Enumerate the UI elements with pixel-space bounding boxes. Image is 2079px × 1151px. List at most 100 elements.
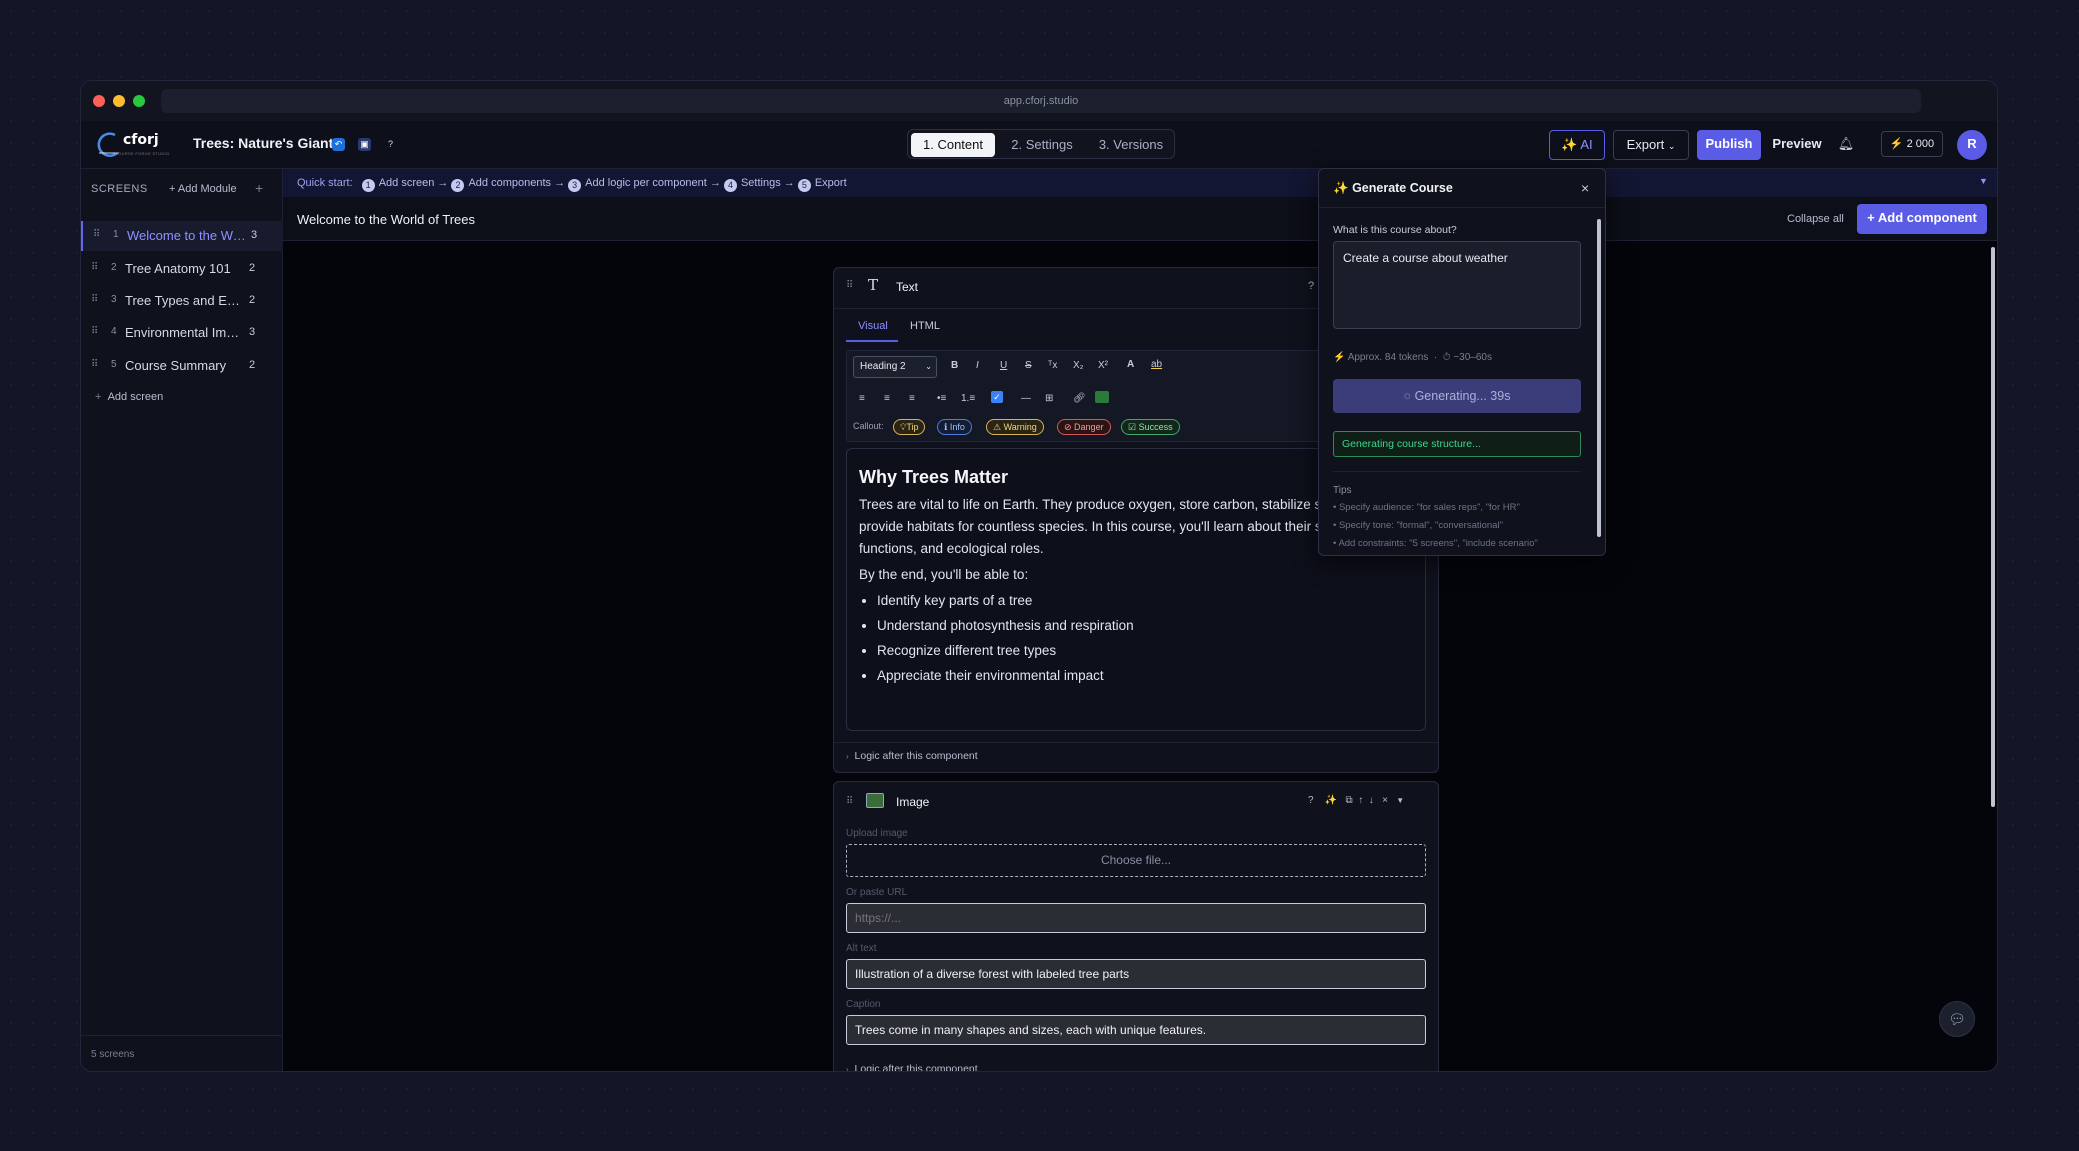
delete-icon[interactable]: × (1382, 795, 1388, 806)
duplicate-icon[interactable]: ⧉ (1345, 795, 1352, 806)
quick-step-2[interactable]: 2 Add components (451, 177, 551, 192)
preview-button[interactable]: Preview (1769, 130, 1825, 160)
sidebar-item-screen-5[interactable]: ⠿ 5 Course Summary 2 (81, 351, 283, 381)
callout-tip-button[interactable]: 💡︎Tip (893, 419, 926, 435)
callout-success-label: Success (1138, 422, 1173, 432)
text-color-icon[interactable]: A (1127, 359, 1134, 370)
drag-handle-icon[interactable]: ⠿ (91, 262, 98, 273)
align-left-icon[interactable]: ≡ (859, 393, 865, 404)
add-screen-button[interactable]: + Add screen (95, 391, 163, 403)
tab-content[interactable]: 1. Content (911, 133, 995, 157)
bell-icon[interactable]: 🔔︎ (1833, 130, 1859, 160)
drag-handle-icon[interactable]: ⠿ (91, 326, 98, 337)
plus-icon: + (95, 391, 102, 403)
callout-warning-label: Warning (1003, 422, 1037, 432)
stop-icon: ⊘ (1064, 422, 1075, 432)
drag-handle-icon[interactable]: ⠿ (91, 359, 98, 370)
collapse-all-button[interactable]: Collapse all (1787, 213, 1844, 225)
quick-step-4[interactable]: 4 Settings (723, 177, 781, 192)
sidebar-item-screen-1[interactable]: ⠿ 1 Welcome to the World of Trees 3 (81, 221, 283, 251)
chat-icon[interactable]: 💬︎ (1939, 1001, 1975, 1037)
callout-success-button[interactable]: ☑ Success (1121, 419, 1180, 435)
align-center-icon[interactable]: ≡ (884, 393, 890, 404)
heading-select[interactable]: Heading 2 ⌄ (853, 356, 937, 378)
drag-handle-icon[interactable]: ⠿ (846, 280, 853, 291)
subscript-icon[interactable]: X₂ (1073, 360, 1084, 371)
tab-versions[interactable]: 3. Versions (1089, 133, 1173, 157)
close-window-button[interactable] (93, 95, 105, 107)
logic-after-toggle[interactable]: › Logic after this component (846, 1063, 978, 1072)
superscript-icon[interactable]: X² (1098, 360, 1108, 371)
avatar[interactable]: R (1957, 130, 1987, 160)
italic-icon[interactable]: I (976, 360, 979, 371)
address-bar[interactable]: app.cforj.studio (161, 89, 1921, 113)
cforj-logo[interactable]: cforj COURSE FORGE STUDIO (93, 131, 185, 159)
alt-text-input[interactable]: Illustration of a diverse forest with la… (846, 959, 1426, 989)
clear-format-icon[interactable]: ᵀx (1048, 360, 1057, 371)
choose-file-dropzone[interactable]: Choose file... (846, 844, 1426, 877)
add-module-button[interactable]: + Add Module (169, 183, 237, 195)
drag-handle-icon[interactable]: ⠿ (846, 796, 853, 807)
underline-icon[interactable]: U (1000, 360, 1007, 371)
add-component-button[interactable]: + Add component (1857, 204, 1987, 234)
move-up-icon[interactable]: ↑ (1358, 795, 1363, 806)
checklist-icon[interactable]: ✓ (991, 391, 1003, 403)
course-prompt-textarea[interactable]: Create a course about weather (1333, 241, 1581, 329)
undo-icon[interactable]: ↶ (332, 138, 345, 151)
help-button[interactable]: ? (384, 138, 397, 151)
highlight-icon[interactable]: ab (1151, 359, 1162, 370)
callout-warning-button[interactable]: ⚠ Warning (986, 419, 1044, 435)
horizontal-rule-icon[interactable]: — (1021, 393, 1031, 404)
export-button[interactable]: Export ⌄ (1613, 130, 1689, 160)
caption-input[interactable]: Trees come in many shapes and sizes, eac… (846, 1015, 1426, 1045)
sidebar-item-screen-3[interactable]: ⠿ 3 Tree Types and Ecology 2 (81, 286, 283, 316)
tab-html[interactable]: HTML (910, 320, 940, 332)
close-icon[interactable]: × (1581, 180, 1589, 196)
credits-badge[interactable]: ⚡ 2 000 (1881, 131, 1943, 157)
step-label: Settings (740, 177, 781, 189)
bold-icon[interactable]: B (951, 360, 958, 371)
collapse-quickstart-icon[interactable]: ▼ (1979, 176, 1988, 186)
drag-handle-icon[interactable]: ⠿ (93, 229, 100, 240)
help-icon[interactable]: ? (1308, 280, 1314, 292)
publish-button[interactable]: Publish (1697, 130, 1761, 160)
ai-sparkle-icon[interactable]: ✨ (1325, 795, 1337, 806)
bullet-list-icon[interactable]: •≡ (937, 393, 946, 404)
maximize-window-button[interactable] (133, 95, 145, 107)
tab-visual[interactable]: Visual (858, 320, 888, 332)
save-icon[interactable]: ▣ (358, 138, 371, 151)
callout-danger-button[interactable]: ⊘ Danger (1057, 419, 1111, 435)
numbered-list-icon[interactable]: 1.≡ (961, 393, 975, 404)
quick-start-label: Quick start: (297, 177, 353, 189)
drag-handle-icon[interactable]: ⠿ (91, 294, 98, 305)
strikethrough-icon[interactable]: S (1025, 360, 1032, 371)
ai-button[interactable]: ✨ AI (1549, 130, 1605, 160)
canvas-scrollbar[interactable] (1991, 247, 1995, 807)
add-icon[interactable]: + (255, 180, 263, 196)
image-url-input[interactable] (846, 903, 1426, 933)
warning-icon: ⚠ (993, 422, 1004, 432)
panel-scrollbar[interactable] (1597, 219, 1601, 537)
tip-item: • Add constraints: "5 screens", "include… (1333, 538, 1538, 549)
sidebar-item-screen-2[interactable]: ⠿ 2 Tree Anatomy 101 2 (81, 254, 283, 284)
table-icon[interactable]: ⊞ (1045, 393, 1053, 404)
minimize-window-button[interactable] (113, 95, 125, 107)
callout-info-button[interactable]: ℹ Info (937, 419, 972, 435)
project-title[interactable]: Trees: Nature's Giants (193, 135, 341, 151)
logic-after-toggle[interactable]: › Logic after this component (846, 750, 978, 762)
generating-button[interactable]: ○ Generating... 39s (1333, 379, 1581, 413)
screen-title[interactable]: Welcome to the World of Trees (297, 212, 475, 227)
sidebar-item-screen-4[interactable]: ⠿ 4 Environmental Impact 3 (81, 318, 283, 348)
insert-image-icon[interactable] (1095, 391, 1109, 403)
move-down-icon[interactable]: ↓ (1369, 795, 1374, 806)
collapse-icon[interactable]: ▼ (1396, 796, 1404, 805)
quick-step-3[interactable]: 3 Add logic per component (568, 177, 707, 192)
quick-step-5[interactable]: 5 Export (797, 177, 847, 192)
tab-settings[interactable]: 2. Settings (998, 133, 1086, 157)
align-right-icon[interactable]: ≡ (909, 393, 915, 404)
help-icon[interactable]: ? (1308, 795, 1314, 806)
editor-canvas: ⠿ T Text ? Visual HTML Heading 2 ⌄ B I U … (283, 241, 1997, 1072)
link-icon[interactable]: 🔗︎ (1073, 393, 1086, 404)
quick-step-1[interactable]: 1 Add screen (361, 177, 434, 192)
chevron-right-icon: › (846, 1065, 849, 1072)
